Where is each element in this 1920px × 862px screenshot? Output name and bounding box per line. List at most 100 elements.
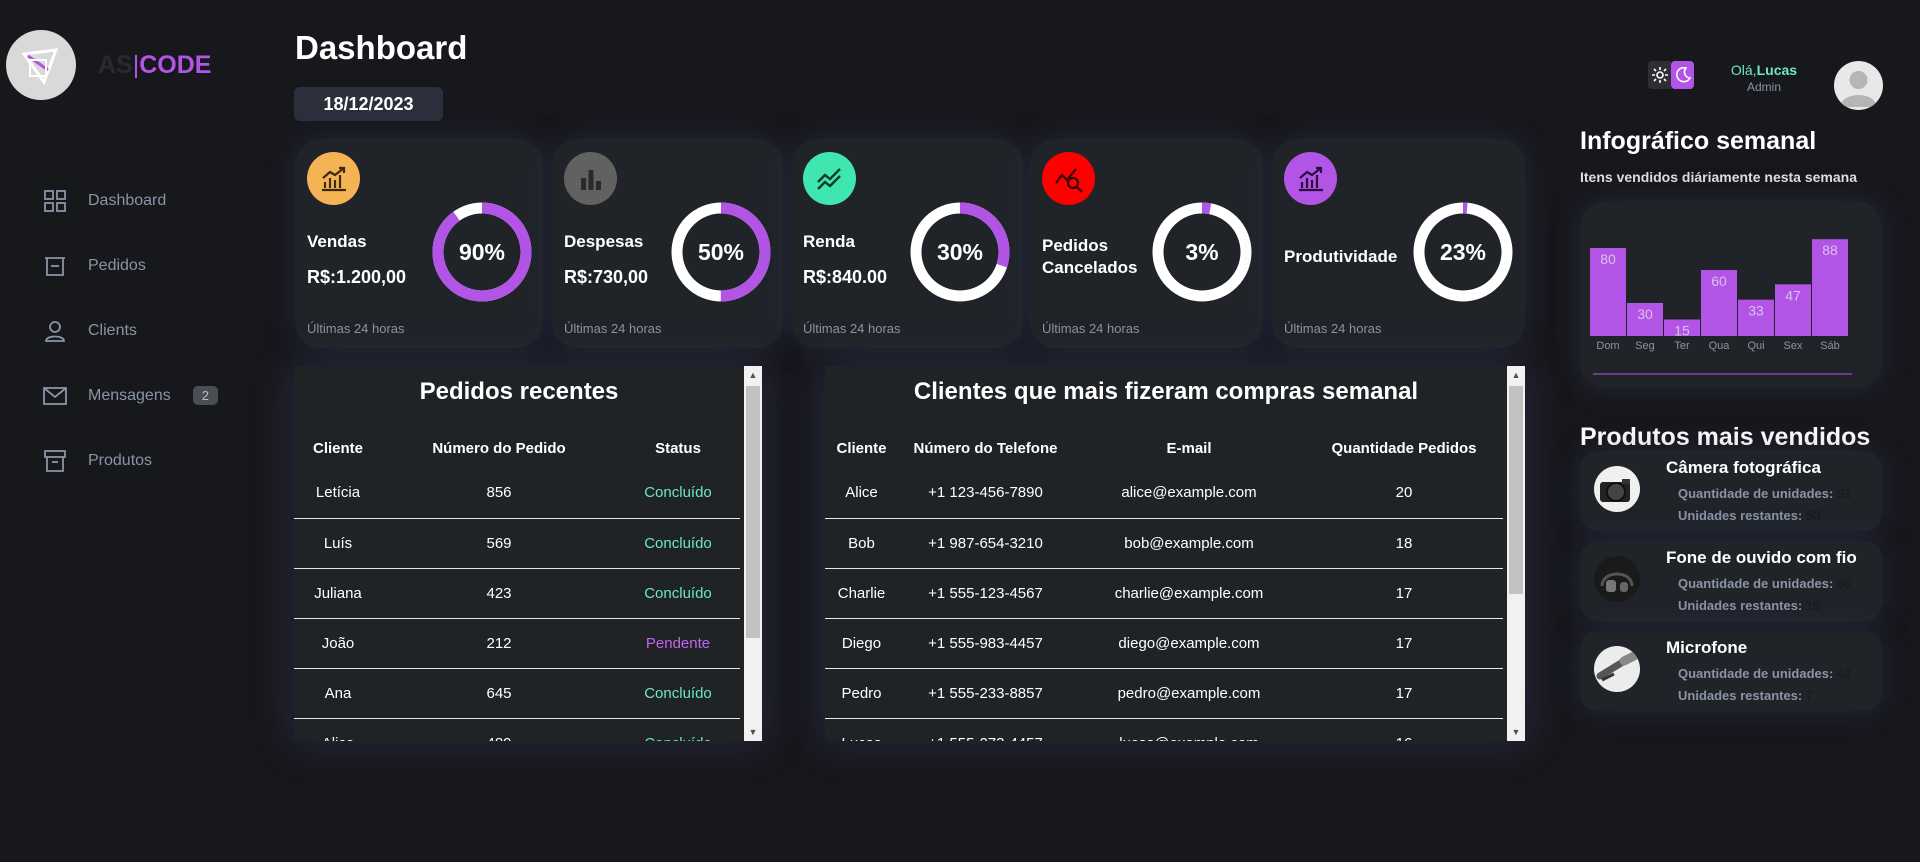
table-cell: 17	[1305, 618, 1503, 669]
stat-label: Despesas	[564, 232, 644, 251]
table-cell: Pendente	[616, 618, 740, 669]
product-remaining: Unidades restantes: 7	[1678, 688, 1814, 703]
table-cell: 423	[382, 568, 616, 619]
table-row[interactable]: Letícia 856 Concluído	[294, 468, 740, 519]
stat-card-produtividade: Produtividade 23% Últimas 24 horas	[1272, 139, 1525, 348]
category-label: Dom	[1596, 340, 1619, 352]
table-cell: João	[294, 618, 382, 669]
table-row[interactable]: Lucas+1 555-273-4457lucas@example.com16	[825, 718, 1503, 741]
sun-icon[interactable]	[1648, 61, 1671, 89]
clients-scrollbar[interactable]: ▲ ▼	[1507, 366, 1525, 741]
column-header: Número do Pedido	[432, 439, 566, 457]
table-cell: +1 555-273-4457	[898, 718, 1073, 741]
category-label: Qua	[1709, 340, 1731, 352]
bar-value-label: 88	[1822, 242, 1838, 258]
chart-up-icon	[307, 152, 360, 205]
scroll-up-arrow-icon[interactable]: ▲	[744, 366, 762, 384]
stat-label: Renda	[803, 232, 855, 251]
product-card[interactable]: Fone de ouvido com fio Quantidade de uni…	[1580, 541, 1882, 621]
table-row[interactable]: Charlie +1 555-123-4567 charlie@example.co…	[825, 568, 1503, 619]
sidebar-nav: Dashboard Pedidos Clients Mensagens 2 Pr…	[42, 168, 218, 493]
table-row[interactable]: Juliana 423 Concluído	[294, 568, 740, 619]
table-cell: 20	[1305, 468, 1503, 519]
table-row[interactable]: João 212 Pendente	[294, 618, 740, 669]
orders-table: Cliente Número do Pedido Status Letícia 8…	[294, 428, 740, 741]
scroll-down-arrow-icon[interactable]: ▼	[744, 723, 762, 741]
product-quantity: Quantidade de unidades: 93	[1678, 486, 1852, 501]
orders-panel[interactable]: Pedidos recentes Cliente Número do Pedid…	[294, 366, 762, 741]
table-cell: +1 555-233-8857	[898, 668, 1073, 719]
table-cell: 17	[1305, 568, 1503, 619]
table-cell: Lucas	[825, 718, 898, 741]
column-header: E-mail	[1166, 439, 1212, 457]
stat-card-despesas: Despesas R$:730,00 50% Últimas 24 horas	[552, 139, 783, 348]
stat-percent: 90%	[458, 238, 506, 265]
product-card[interactable]: Microfone Quantidade de unidades: 43 Uni…	[1580, 631, 1882, 711]
table-cell: 18	[1305, 518, 1503, 569]
person-icon	[42, 318, 68, 344]
clients-panel[interactable]: Clientes que mais fizeram compras semana…	[825, 366, 1525, 741]
bar-value-label: 60	[1711, 273, 1727, 289]
stat-percent: 30%	[936, 238, 984, 265]
logo[interactable]: AS|CODE	[6, 30, 211, 100]
weekly-chart-card: 80 Dom 30 Seg 15 Ter 60 Qua 33 Qui 47 Sex 88 Sáb	[1580, 201, 1882, 388]
scrollbar-thumb[interactable]	[1509, 386, 1523, 594]
stat-footer: Últimas 24 horas	[1042, 321, 1140, 336]
stat-percent: 23%	[1439, 238, 1487, 265]
table-cell: pedro@example.com	[1073, 668, 1305, 719]
sidebar-item-clients[interactable]: Clients	[42, 298, 218, 363]
table-row[interactable]: Diego +1 555-983-4457 diego@example.com 17	[825, 618, 1503, 669]
sidebar-item-mensagens[interactable]: Mensagens 2	[42, 363, 218, 428]
product-card[interactable]: Câmera fotográfica Quantidade de unidade…	[1580, 451, 1882, 531]
table-cell: 16	[1305, 718, 1503, 741]
stat-card-renda: Renda R$:840.00 30% Últimas 24 horas	[791, 139, 1023, 348]
scrollbar-thumb[interactable]	[746, 386, 760, 638]
orders-scrollbar[interactable]: ▲ ▼	[744, 366, 762, 741]
stat-card-pedidos-cancelados: Pedidos Cancelados 3% Últimas 24 horas	[1030, 139, 1263, 348]
product-name: Microfone	[1666, 638, 1748, 657]
table-cell: 856	[382, 468, 616, 519]
message-count-badge: 2	[192, 386, 218, 405]
scroll-up-arrow-icon[interactable]: ▲	[1507, 366, 1525, 384]
scroll-down-arrow-icon[interactable]: ▼	[1507, 723, 1525, 741]
table-cell: Juliana	[294, 568, 382, 619]
microphone-icon	[1594, 646, 1640, 692]
table-cell: 645	[382, 668, 616, 719]
table-row[interactable]: Alice489Concluído	[294, 718, 740, 741]
page-title: Dashboard	[295, 29, 468, 66]
moon-icon[interactable]	[1671, 61, 1694, 89]
headphones-icon	[1594, 556, 1640, 602]
table-cell: charlie@example.com	[1073, 568, 1305, 619]
column-header: Cliente	[836, 439, 887, 457]
weekly-bar-chart: 80 Dom 30 Seg 15Ter 60 Qua 33 Qui 47 Sex 88 Sáb	[1590, 239, 1852, 375]
table-row[interactable]: Pedro +1 555-233-8857 pedro@example.com 17	[825, 668, 1503, 719]
stat-footer: Últimas 24 horas	[803, 321, 901, 336]
sidebar-item-dashboard[interactable]: Dashboard	[42, 168, 218, 233]
theme-toggle[interactable]	[1648, 61, 1694, 89]
table-cell: Alice	[825, 468, 898, 519]
basket-icon	[42, 253, 68, 279]
table-row[interactable]: Alice +1 123-456-7890 alice@example.com 20	[825, 468, 1503, 519]
table-cell: Concluído	[616, 668, 740, 719]
stat-percent: 50%	[697, 238, 745, 265]
stat-label: Vendas	[307, 232, 367, 251]
stat-footer: Últimas 24 horas	[307, 321, 405, 336]
table-cell: 212	[382, 618, 616, 669]
sidebar-item-produtos[interactable]: Produtos	[42, 428, 218, 493]
category-label: Sáb	[1820, 340, 1840, 352]
grid-icon	[42, 188, 68, 214]
stat-label: Produtividade	[1284, 247, 1398, 266]
table-row[interactable]: Bob +1 987-654-3210 bob@example.com 18	[825, 518, 1503, 569]
sidebar: AS|CODE Dashboard Pedidos Clients Mensag…	[0, 0, 270, 862]
table-row[interactable]: Ana 645 Concluído	[294, 668, 740, 719]
bar-value-label: 47	[1785, 287, 1801, 303]
category-label: Ter	[1674, 340, 1690, 352]
sidebar-item-label: Dashboard	[88, 191, 167, 209]
table-cell: Concluído	[616, 718, 740, 741]
camera-icon	[1594, 466, 1640, 512]
sidebar-item-pedidos[interactable]: Pedidos	[42, 233, 218, 298]
avatar[interactable]	[1834, 61, 1883, 110]
table-header-row: Cliente Número do Telefone E-mail Quanti…	[825, 428, 1503, 468]
archive-icon	[42, 448, 68, 474]
table-row[interactable]: Luís 569 Concluído	[294, 518, 740, 569]
